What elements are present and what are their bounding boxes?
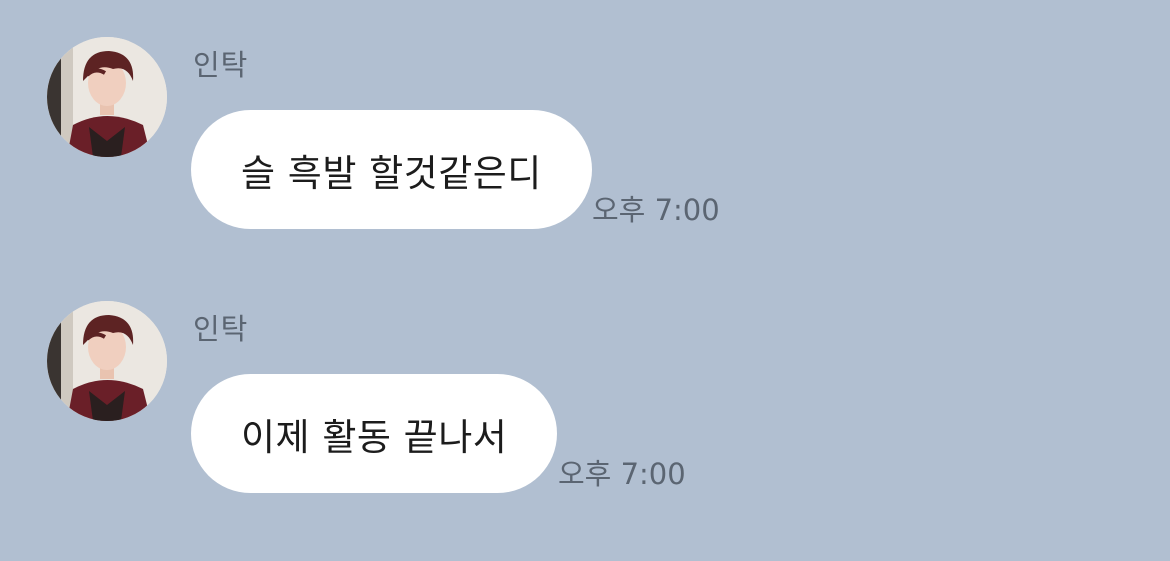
- profile-photo-icon: [47, 37, 167, 157]
- sender-avatar[interactable]: [47, 301, 167, 421]
- chat-message: 인탁 슬 흑발 할것같은디 오후 7:00: [0, 37, 1170, 237]
- message-timestamp: 오후 7:00: [558, 457, 686, 491]
- sender-name: 인탁: [193, 48, 249, 82]
- message-timestamp: 오후 7:00: [592, 193, 720, 227]
- message-text: 슬 흑발 할것같은디: [241, 151, 542, 195]
- profile-photo-icon: [47, 301, 167, 421]
- sender-avatar[interactable]: [47, 37, 167, 157]
- message-bubble[interactable]: 슬 흑발 할것같은디: [191, 110, 592, 229]
- message-bubble[interactable]: 이제 활동 끝나서: [191, 374, 558, 493]
- chat-message: 인탁 이제 활동 끝나서 오후 7:00: [0, 301, 1170, 501]
- sender-name: 인탁: [193, 312, 249, 346]
- message-text: 이제 활동 끝나서: [241, 415, 508, 459]
